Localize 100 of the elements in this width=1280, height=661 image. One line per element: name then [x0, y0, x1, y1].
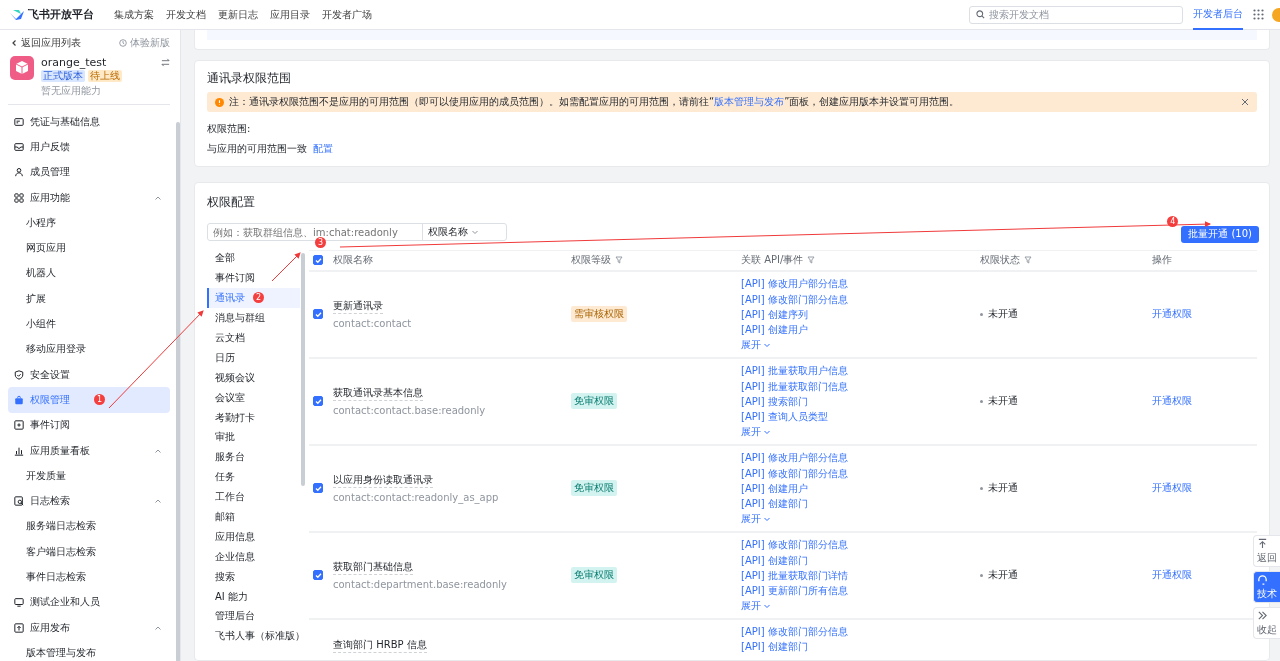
category-item[interactable]: 会议室: [207, 387, 300, 408]
category-item[interactable]: 视频会议: [207, 367, 300, 388]
sidebar-item[interactable]: 应用功能: [8, 184, 170, 211]
batch-enable-button[interactable]: 批量开通 (10): [1181, 225, 1259, 243]
api-link[interactable]: [API] 创建用户: [741, 481, 980, 497]
sidebar-item[interactable]: 小组件: [8, 311, 170, 337]
category-item[interactable]: AI 能力: [207, 586, 300, 607]
checkbox[interactable]: [313, 396, 323, 406]
category-item[interactable]: 任务: [207, 467, 300, 488]
api-link[interactable]: [API] 更新部门所有信息: [741, 583, 980, 599]
category-item[interactable]: 通讯录 2: [207, 288, 300, 309]
enable-link[interactable]: 开通权限: [1152, 307, 1257, 321]
api-link[interactable]: [API] 查询人员类型: [741, 409, 980, 425]
back-link[interactable]: 返回应用列表: [10, 36, 81, 50]
sidebar-item[interactable]: 权限管理 1: [8, 387, 170, 413]
enable-link[interactable]: 开通权限: [1152, 394, 1257, 408]
api-link[interactable]: [API] 搜索部门: [741, 394, 980, 410]
section-title: 通讯录权限范围: [207, 71, 292, 86]
logo-icon: [10, 8, 24, 21]
configure-link[interactable]: 配置: [313, 142, 333, 156]
api-link[interactable]: [API] 修改部门部分信息: [741, 537, 980, 553]
api-link[interactable]: [API] 批量获取部门信息: [741, 378, 980, 394]
checkbox[interactable]: [313, 255, 323, 265]
close-icon[interactable]: [1241, 98, 1249, 106]
category-item[interactable]: 考勤打卡: [207, 407, 300, 428]
filter-icon[interactable]: [1024, 256, 1032, 264]
swap-icon[interactable]: [161, 58, 170, 67]
sidebar-item[interactable]: 网页应用: [8, 235, 170, 261]
sidebar-item[interactable]: 移动应用登录: [8, 336, 170, 362]
api-link[interactable]: [API] 创建部门: [741, 552, 980, 568]
enable-link[interactable]: 开通权限: [1152, 481, 1257, 495]
expand-link[interactable]: 展开: [741, 511, 980, 526]
api-link[interactable]: [API] 创建部门: [741, 496, 980, 512]
api-link[interactable]: [API] 创建序列: [741, 307, 980, 323]
chevron-left-icon: [10, 39, 18, 47]
api-link[interactable]: [API] 批量获取部门详情: [741, 568, 980, 584]
notice-link[interactable]: 版本管理与发布: [714, 96, 785, 107]
api-link[interactable]: [API] 修改用户部分信息: [741, 276, 980, 292]
notice-text: 注：通讯录权限范围不是应用的可用范围（即可以使用应用的成员范围）。如需配置应用的可用范围，请前往“版本管理与发布”面板，创建应用版本并设置可用范围。: [229, 95, 960, 109]
category-item[interactable]: 邮箱: [207, 507, 300, 527]
category-item[interactable]: 应用信息: [207, 526, 300, 547]
sidebar-item[interactable]: 机器人: [8, 260, 170, 287]
sidebar-item[interactable]: 用户反馈: [8, 134, 170, 160]
nav-link[interactable]: 开发文档: [166, 7, 206, 22]
api-link[interactable]: [API] 修改用户部分信息: [741, 450, 980, 466]
filter-select[interactable]: 权限名称: [423, 224, 506, 241]
sidebar-item[interactable]: 凭证与基础信息: [8, 109, 170, 135]
sidebar-item[interactable]: 服务端日志检索: [8, 513, 170, 540]
expand-link[interactable]: 展开: [741, 424, 980, 439]
permission-name: 以应用身份读取通讯录: [333, 473, 433, 488]
sidebar-item[interactable]: 事件订阅: [8, 412, 170, 438]
category-item[interactable]: 企业信息: [207, 546, 300, 567]
float-button[interactable]: 收起: [1253, 607, 1280, 639]
api-link[interactable]: [API] 修改部门部分信息: [741, 623, 980, 639]
sidebar-item[interactable]: 成员管理: [8, 159, 170, 185]
sidebar-item[interactable]: 版本管理与发布: [8, 640, 170, 661]
sidebar-item[interactable]: 应用发布: [8, 614, 170, 641]
sidebar-item[interactable]: 小程序: [8, 210, 170, 236]
api-link[interactable]: [API] 创建部门: [741, 638, 980, 655]
nav-link[interactable]: 更新日志: [218, 7, 258, 22]
expand-link[interactable]: 展开: [741, 598, 980, 613]
float-button[interactable]: 返回: [1253, 535, 1280, 567]
nav-link[interactable]: 开发者广场: [322, 7, 372, 22]
category-item[interactable]: 审批: [207, 427, 300, 448]
category-item[interactable]: 搜索: [207, 566, 300, 587]
sidebar-item[interactable]: 应用质量看板: [8, 437, 170, 464]
filter-icon[interactable]: [807, 256, 816, 264]
api-link[interactable]: [API] 创建用户: [741, 322, 980, 338]
level-tag: 免审权限: [571, 480, 617, 496]
category-item[interactable]: 日历: [207, 347, 300, 368]
permission-scope: contact:contact.base:readonly: [333, 405, 487, 416]
float-button[interactable]: 技术: [1253, 571, 1280, 603]
category-item[interactable]: 服务台: [207, 447, 300, 468]
checkbox[interactable]: [313, 570, 323, 580]
api-link[interactable]: [API] 修改部门部分信息: [741, 291, 980, 307]
sidebar-item[interactable]: 事件日志检索: [8, 564, 170, 590]
api-link[interactable]: [API] 修改部门部分信息: [741, 465, 980, 481]
category-item[interactable]: 全部: [207, 248, 300, 269]
sidebar-item[interactable]: 扩展: [8, 286, 170, 312]
expand-link[interactable]: 展开: [741, 337, 980, 352]
sidebar-item[interactable]: 客户端日志检索: [8, 539, 170, 565]
sidebar-item[interactable]: 日志检索: [8, 488, 170, 514]
category-item[interactable]: 云文档: [207, 328, 300, 348]
permission-scope: contact:contact:readonly_as_app: [333, 492, 500, 503]
category-item[interactable]: 飞书人事（标准版）: [207, 626, 300, 647]
nav-link[interactable]: 集成方案: [114, 7, 154, 22]
checkbox[interactable]: [313, 483, 323, 493]
sidebar-item[interactable]: 安全设置: [8, 361, 170, 388]
column-header: 权限状态: [980, 253, 1152, 267]
category-item[interactable]: 事件订阅: [207, 268, 300, 289]
category-item[interactable]: 工作台: [207, 487, 300, 508]
sidebar-item[interactable]: 开发质量: [8, 463, 170, 489]
checkbox[interactable]: [313, 309, 323, 319]
category-item[interactable]: 管理后台: [207, 606, 300, 627]
nav-link[interactable]: 应用目录: [270, 7, 310, 22]
category-item[interactable]: 消息与群组: [207, 308, 300, 329]
filter-icon[interactable]: [615, 256, 623, 264]
sidebar-item[interactable]: 测试企业和人员: [8, 589, 170, 615]
api-link[interactable]: [API] 批量获取用户信息: [741, 363, 980, 379]
app-grid-icon[interactable]: [1253, 9, 1264, 20]
